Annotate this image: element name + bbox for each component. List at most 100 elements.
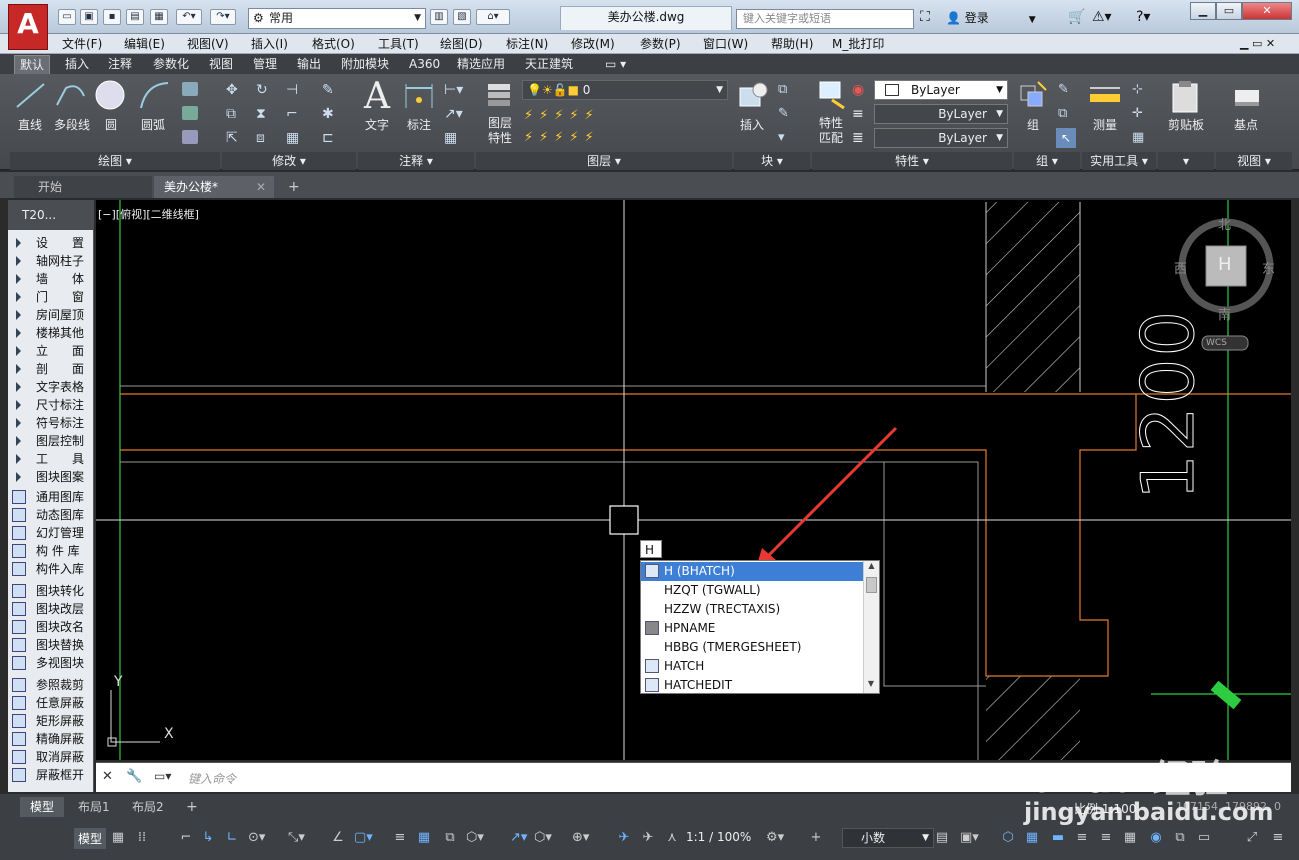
lineweight-icon[interactable]: ≡ xyxy=(852,106,864,122)
undo-icon[interactable]: ↶▾ xyxy=(176,9,202,25)
hatch-icon[interactable] xyxy=(182,106,198,120)
tab-view[interactable]: 视图 xyxy=(204,55,238,74)
edit-block-icon[interactable]: ✎ xyxy=(778,106,789,121)
binoculars-icon[interactable]: ⛶ xyxy=(920,9,930,25)
fillet-icon[interactable]: ⌐ xyxy=(286,106,298,122)
plot-icon[interactable]: ⌂▾ xyxy=(476,9,510,25)
palette-item[interactable]: 构件入库 xyxy=(8,560,94,578)
isodraft-icon[interactable]: ⤡▾ xyxy=(288,830,305,846)
scroll-down-icon[interactable]: ▼ xyxy=(864,679,878,693)
palette-item[interactable]: 屏蔽框开 xyxy=(8,766,94,784)
compass-south[interactable]: 南 xyxy=(1218,304,1231,323)
id-point-icon[interactable]: ⊹ xyxy=(1132,82,1143,97)
circle-icon[interactable] xyxy=(94,79,126,111)
lineweight-select[interactable]: ByLayer ▼ xyxy=(874,104,1008,124)
trim-icon[interactable]: ⊣ xyxy=(286,82,298,98)
menu-format[interactable]: 格式(O) xyxy=(312,35,355,53)
palette-item[interactable]: 图块改层 xyxy=(8,600,94,618)
palette-item[interactable]: 多视图块 xyxy=(8,654,94,672)
dynamic-ucs-icon[interactable]: ↗▾ xyxy=(510,830,527,846)
menu-modify[interactable]: 修改(M) xyxy=(571,35,615,53)
palette-item[interactable]: 轴网柱子 xyxy=(8,252,94,270)
attribute-icon[interactable]: ▾ xyxy=(778,130,785,145)
object-track-icon[interactable]: ∠ xyxy=(330,830,346,846)
tab-manage[interactable]: 管理 xyxy=(248,55,282,74)
new-file-icon[interactable]: ▭ xyxy=(58,9,76,25)
palette-item[interactable]: 剖 面 xyxy=(8,360,94,378)
help-icon[interactable]: ?▾ xyxy=(1136,9,1150,25)
menu-window[interactable]: 窗口(W) xyxy=(703,35,748,53)
color-select[interactable]: ByLayer ▼ xyxy=(874,80,1008,100)
utilities-panel-footer[interactable]: 实用工具 ▾ xyxy=(1082,152,1156,170)
modify-panel-footer[interactable]: 修改 ▾ xyxy=(222,152,356,170)
redo-icon[interactable]: ↷▾ xyxy=(210,9,236,25)
palette-item[interactable]: 图块替换 xyxy=(8,636,94,654)
status-icon-7[interactable]: ⤢ xyxy=(1244,830,1260,846)
dynamic-input-icon[interactable]: ↳ xyxy=(200,830,216,846)
customize-icon[interactable]: ≡ xyxy=(1270,830,1286,846)
palette-item[interactable]: 图层控制 xyxy=(8,432,94,450)
command-prompt-icon[interactable]: ▭▾ xyxy=(154,769,171,783)
match-properties-icon[interactable] xyxy=(818,80,846,110)
gizmo-icon[interactable]: ⊕▾ xyxy=(572,830,589,846)
status-icon-1[interactable]: ≡ xyxy=(1074,830,1090,846)
autocomplete-item[interactable]: H (BHATCH) xyxy=(641,562,863,581)
properties-panel-footer[interactable]: 特性 ▾ xyxy=(812,152,1012,170)
tab-insert[interactable]: 插入 xyxy=(60,55,94,74)
palette-item[interactable]: 图块图案 xyxy=(8,468,94,486)
insert-block-icon[interactable] xyxy=(738,80,768,110)
selection-cycling-icon[interactable]: ⧉ xyxy=(442,830,458,846)
app-logo[interactable]: A xyxy=(8,4,48,50)
palette-item[interactable]: 楼梯其他 xyxy=(8,324,94,342)
menu-tools[interactable]: 工具(T) xyxy=(378,35,419,53)
menu-draw[interactable]: 绘图(D) xyxy=(440,35,483,53)
autocomplete-item[interactable]: HZZW (TRECTAXIS) xyxy=(641,600,863,619)
layer-properties-icon[interactable] xyxy=(484,80,516,110)
line-icon[interactable] xyxy=(14,80,48,110)
ortho-icon[interactable]: ∟ xyxy=(224,830,240,846)
group-select-icon[interactable]: ↖ xyxy=(1056,128,1076,148)
model-space-button[interactable]: 模型 xyxy=(74,828,107,849)
publish-icon[interactable]: ▧ xyxy=(453,9,471,25)
stretch-icon[interactable]: ⇱ xyxy=(226,130,238,146)
layer-tools-row1[interactable]: ⚡⚡⚡⚡⚡ xyxy=(524,108,644,123)
color-wheel-icon[interactable]: ◉ xyxy=(852,82,864,98)
status-icon-2[interactable]: ≡ xyxy=(1098,830,1114,846)
palette-item[interactable]: 尺寸标注 xyxy=(8,396,94,414)
ribbon-options-icon[interactable]: ▭ ▾ xyxy=(600,55,631,74)
status-icon-6[interactable]: ▭ xyxy=(1196,830,1212,846)
tab-layout1[interactable]: 布局1 xyxy=(68,797,120,817)
close-icon[interactable]: ✕ xyxy=(256,176,266,198)
palette-item[interactable]: 取消屏蔽 xyxy=(8,748,94,766)
explode-icon[interactable]: ✱ xyxy=(322,106,334,122)
block-panel-footer[interactable]: 块 ▾ xyxy=(734,152,810,170)
table-icon[interactable]: ▦ xyxy=(444,130,457,146)
close-icon[interactable]: ✕ xyxy=(102,769,113,784)
leader-icon[interactable]: ⊢▾ xyxy=(444,82,463,98)
exchange-icon[interactable]: ⚠▾ xyxy=(1092,9,1112,25)
menu-params[interactable]: 参数(P) xyxy=(640,35,681,53)
viewport-controls[interactable]: [−][俯视][二维线框] xyxy=(98,206,199,222)
polyline-icon[interactable] xyxy=(54,80,88,110)
palette-item[interactable]: 墙 体 xyxy=(8,270,94,288)
scroll-thumb[interactable] xyxy=(866,577,877,593)
autocomplete-item[interactable]: HPNAME xyxy=(641,619,863,638)
arc-icon[interactable] xyxy=(138,80,170,110)
dimension-icon[interactable] xyxy=(404,82,434,110)
layer-tools-row2[interactable]: ⚡⚡⚡⚡⚡ xyxy=(524,130,644,145)
rotate-icon[interactable]: ↻ xyxy=(256,82,268,98)
scroll-up-icon[interactable]: ▲ xyxy=(864,561,879,575)
print-icon[interactable]: ▦ xyxy=(150,9,168,25)
infer-icon[interactable]: ⌐ xyxy=(178,830,194,846)
plus-icon[interactable]: + xyxy=(808,830,824,846)
rectangle-icon[interactable] xyxy=(182,82,198,96)
copy-icon[interactable]: ⧉ xyxy=(226,106,236,122)
palette-item[interactable]: 门 窗 xyxy=(8,288,94,306)
polar-icon[interactable]: ⊙▾ xyxy=(248,830,265,846)
save-as-icon[interactable]: ▤ xyxy=(126,9,144,25)
palette-item[interactable]: 设 置 xyxy=(8,234,94,252)
point-icon[interactable]: ✛ xyxy=(1132,106,1143,121)
layer-select[interactable]: 💡☀🔓■ 0 ▼ xyxy=(522,80,728,100)
palette-item[interactable]: 动态图库 xyxy=(8,506,94,524)
tab-drawing[interactable]: 美办公楼* ✕ xyxy=(154,176,274,198)
